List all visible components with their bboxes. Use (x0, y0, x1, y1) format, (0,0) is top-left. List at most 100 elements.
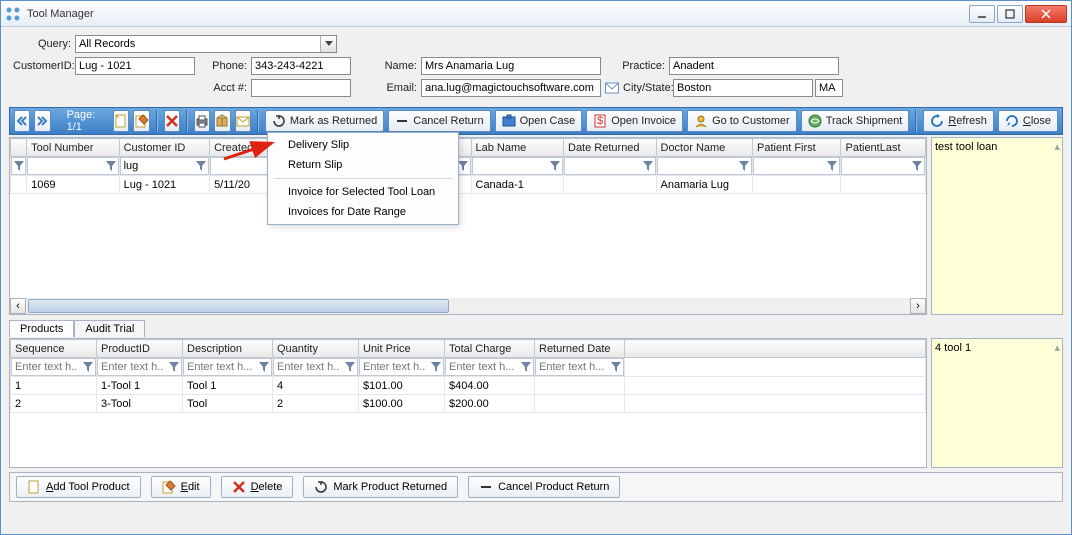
col-unit-price[interactable]: Unit Price (359, 340, 445, 358)
svg-text:$: $ (597, 115, 603, 127)
mark-returned-button[interactable]: Mark as Returned (265, 110, 384, 132)
filter-patient-first[interactable] (754, 158, 825, 174)
tab-audit-trial[interactable]: Audit Trial (74, 320, 145, 337)
maximize-button[interactable] (997, 5, 1023, 23)
email-label: Email: (351, 82, 421, 94)
menu-delivery-slip[interactable]: Delivery Slip (270, 135, 456, 155)
bottom-button-bar: Add Tool Product Edit Delete Mark Produc… (9, 472, 1063, 502)
col-productid[interactable]: ProductID (97, 340, 183, 358)
customerid-field[interactable] (75, 57, 195, 75)
upper-grid-container: Tool Number Customer ID Created Lab Name… (9, 137, 1063, 315)
upper-grid[interactable]: Tool Number Customer ID Created Lab Name… (9, 137, 927, 315)
add-tool-product-button[interactable]: Add Tool Product (16, 476, 141, 498)
col-date-returned[interactable]: Date Returned (564, 139, 657, 157)
filter-date-returned[interactable] (565, 158, 641, 174)
tab-products[interactable]: Products (9, 320, 74, 337)
mark-product-returned-button[interactable]: Mark Product Returned (303, 476, 458, 498)
scroll-up-icon: ▴ (1054, 341, 1060, 354)
col-quantity[interactable]: Quantity (273, 340, 359, 358)
filter-row (11, 157, 926, 176)
col-sequence[interactable]: Sequence (11, 340, 97, 358)
page-indicator: Page: 1/1 (55, 109, 110, 133)
open-case-button[interactable]: Open Case (495, 110, 583, 132)
col-returned-date[interactable]: Returned Date (535, 340, 625, 358)
upper-note-panel[interactable]: test tool loan ▴ (931, 137, 1063, 315)
upper-note-text: test tool loan (935, 141, 997, 153)
print-menu: Delivery Slip Return Slip Invoice for Se… (267, 132, 459, 225)
new-button[interactable] (113, 110, 129, 132)
edit-button[interactable] (133, 110, 149, 132)
mail-icon[interactable] (605, 82, 619, 94)
menu-invoice-selected[interactable]: Invoice for Selected Tool Loan (270, 182, 456, 202)
table-row[interactable]: 11-Tool 1Tool 14$101.00$404.00 (11, 377, 926, 395)
filter-productid[interactable] (98, 359, 167, 375)
col-total-charge[interactable]: Total Charge (445, 340, 535, 358)
filter-description[interactable] (184, 359, 257, 375)
lower-grid[interactable]: Sequence ProductID Description Quantity … (9, 338, 927, 468)
practice-field[interactable] (669, 57, 839, 75)
col-doctor-name[interactable]: Doctor Name (656, 139, 753, 157)
filter-patient-last[interactable] (842, 158, 910, 174)
filter-customer-id[interactable] (121, 158, 194, 174)
practice-label: Practice: (601, 60, 669, 72)
close-window-button[interactable] (1025, 5, 1067, 23)
email-field[interactable] (421, 79, 601, 97)
window-title: Tool Manager (27, 8, 969, 20)
delete-button[interactable] (164, 110, 180, 132)
col-patient-last[interactable]: PatientLast (841, 139, 926, 157)
package-button[interactable] (214, 110, 230, 132)
delete-product-button[interactable]: Delete (221, 476, 294, 498)
phone-field[interactable] (251, 57, 351, 75)
acct-label: Acct #: (195, 82, 251, 94)
state-field[interactable] (815, 79, 843, 97)
minimize-button[interactable] (969, 5, 995, 23)
page-prev-button[interactable] (14, 110, 30, 132)
table-row[interactable]: 23-ToolTool2$100.00$200.00 (11, 395, 926, 413)
close-button[interactable]: Close (998, 110, 1058, 132)
go-to-customer-button[interactable]: Go to Customer (687, 110, 797, 132)
filter-tool-number[interactable] (28, 158, 104, 174)
col-description[interactable]: Description (183, 340, 273, 358)
column-header-row: Sequence ProductID Description Quantity … (11, 340, 926, 358)
city-field[interactable] (673, 79, 813, 97)
filter-sequence[interactable] (12, 359, 81, 375)
name-label: Name: (351, 60, 421, 72)
edit-product-button[interactable]: Edit (151, 476, 211, 498)
filter-doctor-name[interactable] (658, 158, 738, 174)
table-row[interactable]: 1069 Lug - 1021 5/11/20 Canada-1 Anamari… (11, 176, 926, 194)
chevron-down-icon[interactable] (320, 36, 336, 52)
print-button[interactable] (194, 110, 210, 132)
mail-button[interactable] (235, 110, 251, 132)
cancel-return-button[interactable]: Cancel Return (388, 110, 490, 132)
col-patient-first[interactable]: Patient First (753, 139, 841, 157)
form-header: Query: CustomerID: Phone: Name: Practice… (1, 27, 1071, 103)
page-next-button[interactable] (34, 110, 50, 132)
citystate-label: City/State: (623, 82, 673, 94)
titlebar: Tool Manager (1, 1, 1071, 27)
query-dropdown[interactable] (75, 35, 337, 53)
lower-tabs: Products Audit Trial (9, 319, 1063, 336)
track-shipment-button[interactable]: Track Shipment (801, 110, 910, 132)
filter-quantity[interactable] (274, 359, 343, 375)
filter-unit-price[interactable] (360, 359, 429, 375)
filter-returned-date[interactable] (536, 359, 609, 375)
window: Tool Manager Query: CustomerID: Phone: N… (0, 0, 1072, 535)
col-tool-number[interactable]: Tool Number (27, 139, 120, 157)
lower-note-panel[interactable]: 4 tool 1 ▴ (931, 338, 1063, 468)
acct-field[interactable] (251, 79, 351, 97)
horizontal-scrollbar[interactable]: ‹ › (10, 298, 926, 314)
menu-return-slip[interactable]: Return Slip (270, 155, 456, 175)
col-customer-id[interactable]: Customer ID (119, 139, 209, 157)
refresh-button[interactable]: Refresh (923, 110, 994, 132)
filter-total-charge[interactable] (446, 359, 519, 375)
open-invoice-button[interactable]: $Open Invoice (586, 110, 683, 132)
col-lab-name[interactable]: Lab Name (471, 139, 564, 157)
filter-row (11, 358, 926, 377)
scroll-up-icon: ▴ (1054, 140, 1060, 153)
name-field[interactable] (421, 57, 601, 75)
query-label: Query: (13, 38, 75, 50)
cancel-product-return-button[interactable]: Cancel Product Return (468, 476, 620, 498)
lower-note-text: 4 tool 1 (935, 342, 971, 354)
menu-invoices-range[interactable]: Invoices for Date Range (270, 202, 456, 222)
filter-lab-name[interactable] (473, 158, 549, 174)
